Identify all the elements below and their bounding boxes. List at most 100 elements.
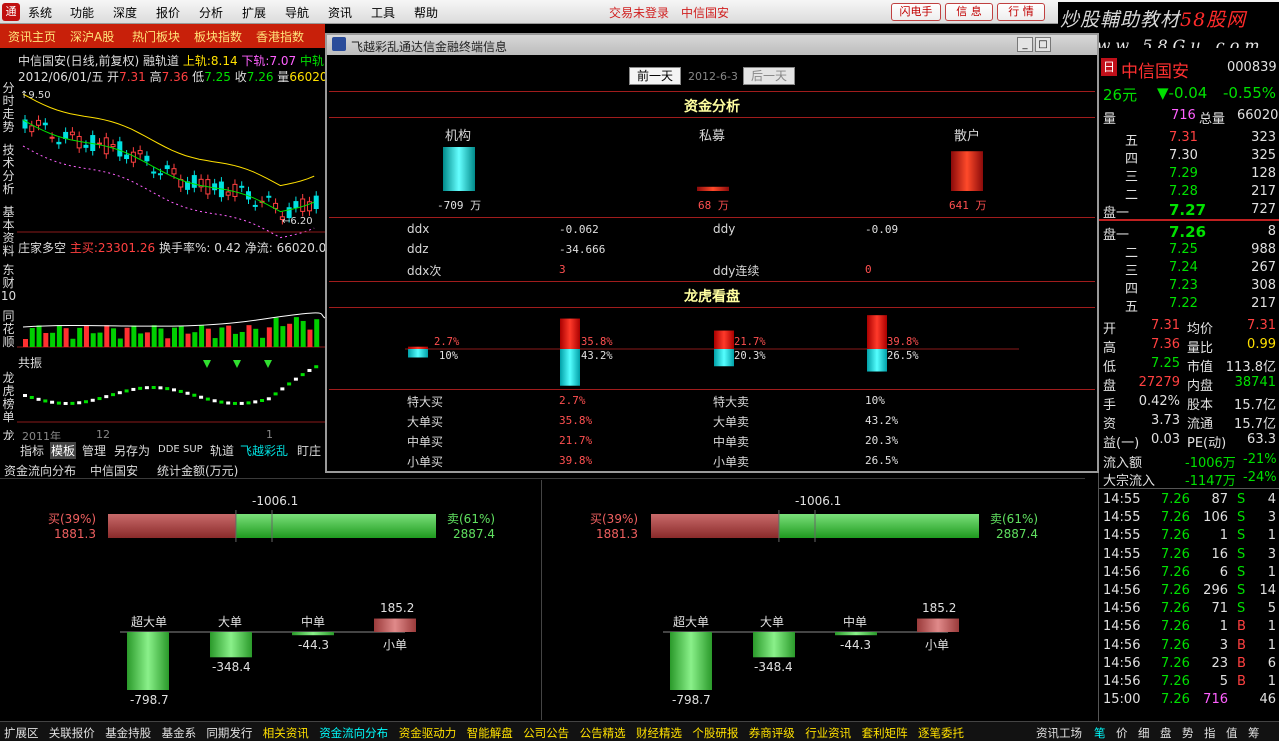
statusbar-item[interactable]: 基金持股 <box>105 725 151 741</box>
statusbar-item[interactable]: 资金流向分布 <box>319 725 388 741</box>
ask-row[interactable]: 二 7.28 217 <box>1099 184 1279 203</box>
login-status[interactable]: 交易未登录 <box>609 4 669 21</box>
statusbar-item[interactable]: 券商评级 <box>749 725 795 741</box>
statusbar-item[interactable]: 基金系 <box>162 725 197 741</box>
statusbar-right-item[interactable]: 势 <box>1182 725 1194 741</box>
volume-bar <box>199 325 205 347</box>
tab-a-shares[interactable]: 深沪A股 <box>70 28 114 45</box>
menu-help[interactable]: 帮助 <box>414 4 438 21</box>
statusbar-right-item[interactable]: 值 <box>1226 725 1238 741</box>
statusbar-right-item[interactable]: 资讯工场 <box>1036 725 1082 741</box>
menu-tools[interactable]: 工具 <box>371 4 395 21</box>
statusbar-right-item[interactable]: 细 <box>1138 725 1150 741</box>
menu-analysis[interactable]: 分析 <box>199 4 223 21</box>
ind-tab-manage[interactable]: 管理 <box>82 442 106 459</box>
bid-row[interactable]: 三 7.24 267 <box>1099 260 1279 279</box>
fund-flow-unit: 统计金额(万元) <box>157 464 239 478</box>
quote-button[interactable]: 行 情 <box>997 3 1045 21</box>
statusbar-item[interactable]: 逐笔委托 <box>918 725 964 741</box>
candle-body <box>97 142 102 145</box>
quote-price: 26元 <box>1103 86 1138 104</box>
nav-dragon-list[interactable]: 龙虎榜单 <box>0 372 17 428</box>
candle-body <box>157 173 163 176</box>
nav-dragon[interactable]: 龙虎 <box>0 430 17 440</box>
cat-label-super: 超大单 <box>673 615 710 629</box>
flash-trade-button[interactable]: 闪电手 <box>891 3 941 21</box>
menu-news[interactable]: 资讯 <box>328 4 352 21</box>
statusbar-right-item[interactable]: 笔 <box>1094 725 1106 741</box>
tab-news-home[interactable]: 资讯主页 <box>8 28 56 45</box>
statusbar-right-item[interactable]: 盘 <box>1160 725 1172 741</box>
statusbar-right-item[interactable]: 价 <box>1116 725 1128 741</box>
next-day-button[interactable]: 后一天 <box>743 67 795 85</box>
ind-tab-track[interactable]: 轨道 <box>210 442 234 459</box>
nav-eastmoney[interactable]: 东财10 <box>0 264 17 304</box>
statusbar-item[interactable]: 同期发行 <box>206 725 252 741</box>
ind-tab-sup[interactable]: SUP <box>183 444 203 455</box>
ind-tab-feiyue[interactable]: 飞越彩乱 <box>240 442 288 459</box>
minimize-icon[interactable]: _ <box>1017 37 1033 52</box>
ask-row[interactable]: 四 7.30 325 <box>1099 148 1279 167</box>
bid-row[interactable]: 盘一 7.26 8 <box>1099 223 1279 243</box>
statusbar-item[interactable]: 相关资讯 <box>263 725 309 741</box>
oscillator-dot <box>23 394 27 397</box>
menu-function[interactable]: 功能 <box>70 4 94 21</box>
ind-tab-dde[interactable]: DDE <box>158 444 180 455</box>
statusbar-item[interactable]: 行业资讯 <box>805 725 851 741</box>
kline-chart-area[interactable]: 中信国安(日线,前复权) 融轨道 上轨:8.14 下轨:7.07 中轨 2012… <box>0 48 325 440</box>
ddx-value: -0.062 <box>559 223 599 236</box>
statusbar-item[interactable]: 公司公告 <box>523 725 569 741</box>
app-logo-icon[interactable]: 通 <box>2 3 20 21</box>
statusbar-item[interactable]: 智能解盘 <box>467 725 513 741</box>
cat-label-large: 大单 <box>218 615 243 629</box>
nav-fundamentals[interactable]: 基本资料 <box>0 206 17 262</box>
ind-tab-saveas[interactable]: 另存为 <box>114 442 150 459</box>
statusbar-item[interactable]: 财经精选 <box>636 725 682 741</box>
bid-row[interactable]: 五 7.22 217 <box>1099 296 1279 315</box>
sell-bar <box>778 514 979 538</box>
menu-quote[interactable]: 报价 <box>156 4 180 21</box>
lh-sell-bar <box>560 349 580 386</box>
ind-tab-indicator[interactable]: 指标 <box>20 442 44 459</box>
statusbar-right-item[interactable]: 指 <box>1204 725 1216 741</box>
prev-day-button[interactable]: 前一天 <box>629 67 681 85</box>
tab-hk-index[interactable]: 香港指数 <box>256 28 304 45</box>
statusbar-item[interactable]: 资金驱动力 <box>399 725 457 741</box>
dialog-titlebar[interactable]: 飞越彩乱通达信金融终端信息 _ □ <box>327 35 1097 55</box>
tab-hot-sectors[interactable]: 热门板块 <box>132 28 180 45</box>
statusbar-item[interactable]: 套利矩阵 <box>862 725 908 741</box>
bid-row[interactable]: 二 7.25 988 <box>1099 242 1279 261</box>
oscillator-dot <box>165 387 170 391</box>
menu-extend[interactable]: 扩展 <box>242 4 266 21</box>
candle-body <box>266 195 272 198</box>
menu-depth[interactable]: 深度 <box>113 4 137 21</box>
statusbar-item[interactable]: 扩展区 <box>4 725 39 741</box>
volume-bar <box>287 323 293 347</box>
tab-sector-index[interactable]: 板块指数 <box>194 28 242 45</box>
ind-tab-watch[interactable]: 盯庄 <box>297 442 321 459</box>
maximize-icon[interactable]: □ <box>1035 37 1051 52</box>
statusbar-item[interactable]: 关联报价 <box>49 725 95 741</box>
fund-flow-title[interactable]: 资金流向分布 <box>4 462 76 479</box>
section-fund-analysis: 资金分析 <box>684 99 740 115</box>
ask-row[interactable]: 三 7.29 128 <box>1099 166 1279 185</box>
candle-body <box>110 144 116 148</box>
menu-navigate[interactable]: 导航 <box>285 4 309 21</box>
ask-row[interactable]: 盘一 7.27 727 <box>1099 201 1279 221</box>
oscillator-dot <box>83 400 88 404</box>
ind-tab-template[interactable]: 模板 <box>50 442 77 459</box>
lh-sell-bar <box>714 349 734 367</box>
statusbar-item[interactable]: 个股研报 <box>692 725 738 741</box>
nav-ths[interactable]: 同花顺 <box>0 310 17 354</box>
ask-row[interactable]: 五 7.31 323 <box>1099 130 1279 149</box>
info-button[interactable]: 信 息 <box>945 3 993 21</box>
bid-row[interactable]: 四 7.23 308 <box>1099 278 1279 297</box>
statusbar-item[interactable]: 公告精选 <box>580 725 626 741</box>
nav-intraday[interactable]: 分时走势 <box>0 82 17 142</box>
nav-technical[interactable]: 技术分析 <box>0 144 17 204</box>
candle-body <box>313 195 319 209</box>
private-value: 68 万 <box>698 199 729 212</box>
statusbar-right-item[interactable]: 筹 <box>1248 725 1260 741</box>
menu-system[interactable]: 系统 <box>28 4 52 21</box>
retail-value: 641 万 <box>949 199 987 212</box>
